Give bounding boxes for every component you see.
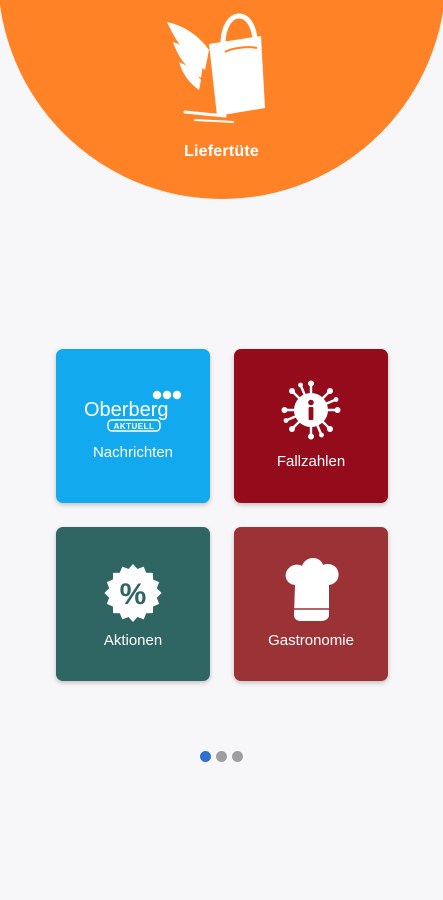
page-dot-1[interactable] [200, 751, 211, 762]
tile-gastronomie[interactable]: Gastronomie [234, 527, 388, 681]
virus-info-icon [281, 380, 341, 440]
brand-subtitle: AKTUELL [114, 422, 155, 431]
tile-aktionen[interactable]: % Aktionen [56, 527, 210, 681]
oberberg-aktuell-logo-icon: Oberberg AKTUELL [84, 390, 182, 432]
brand-name: Oberberg [84, 399, 169, 421]
page-indicator [0, 751, 443, 762]
app-title: Liefertüte [184, 143, 259, 160]
tile-nachrichten[interactable]: Oberberg AKTUELL Nachrichten [56, 349, 210, 503]
tile-label-aktionen: Aktionen [103, 632, 163, 649]
tile-label-nachrichten: Nachrichten [92, 444, 174, 461]
svg-text:%: % [120, 578, 147, 611]
tile-fallzahlen[interactable]: Fallzahlen [234, 349, 388, 503]
page-dot-2[interactable] [216, 751, 227, 762]
chef-hat-icon [285, 558, 339, 621]
page-dot-3[interactable] [232, 751, 243, 762]
percent-badge-icon: % [104, 564, 162, 622]
tile-label-gastronomie: Gastronomie [268, 632, 354, 649]
tile-label-fallzahlen: Fallzahlen [276, 453, 346, 470]
flying-bag-logo-icon [167, 13, 265, 123]
